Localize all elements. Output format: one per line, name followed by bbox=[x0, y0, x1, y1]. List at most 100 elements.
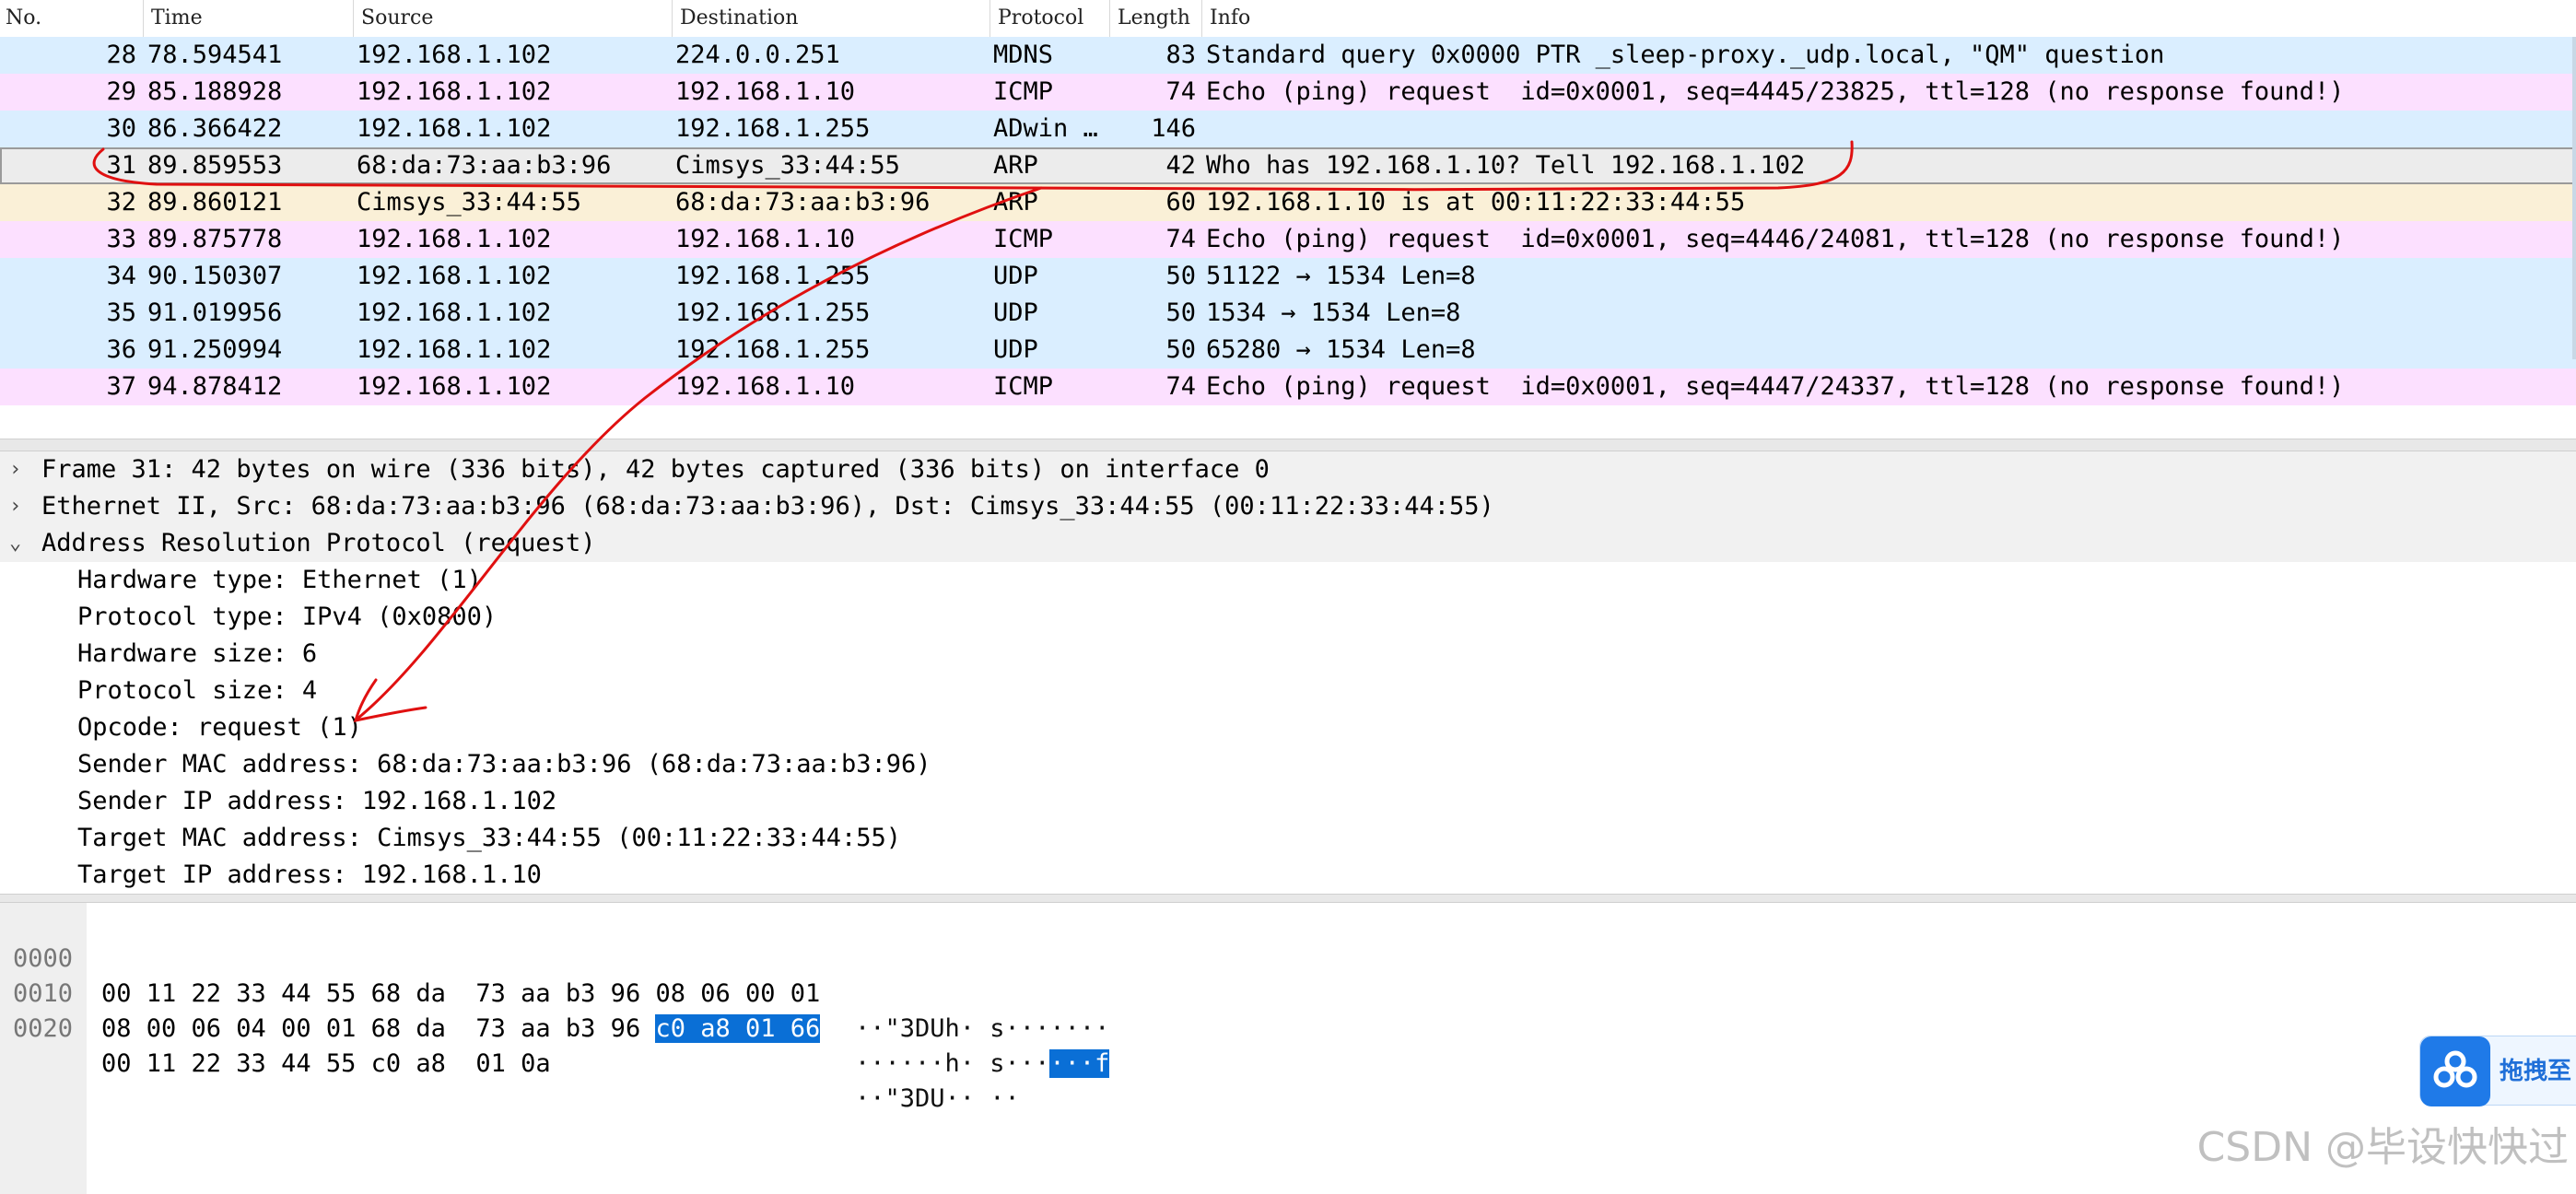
tree-item-frame[interactable]: › Frame 31: 42 bytes on wire (336 bits),… bbox=[0, 451, 2576, 488]
column-header-time[interactable]: Time bbox=[143, 0, 353, 37]
packet-list-scrollbar[interactable] bbox=[2572, 37, 2576, 359]
column-header-protocol[interactable]: Protocol bbox=[989, 0, 1109, 37]
packet-length: 50 bbox=[1165, 335, 1196, 364]
packet-info bbox=[1206, 111, 2570, 147]
ascii-bytes: ··"3DU·· ·· bbox=[855, 1084, 1020, 1113]
byte-row[interactable]: 0020 00 11 22 33 44 55 c0 a8 01 0a ··"3D… bbox=[0, 977, 2576, 1113]
packet-no: 29 bbox=[106, 77, 136, 106]
packet-destination: 192.168.1.255 bbox=[675, 262, 871, 290]
packet-protocol: ARP bbox=[993, 188, 1038, 217]
tree-field-label: Protocol size: 4 bbox=[77, 676, 318, 705]
tree-field-opcode[interactable]: Opcode: request (1) bbox=[0, 709, 2576, 746]
packet-row[interactable]: 32 89.860121 Cimsys_33:44:55 68:da:73:aa… bbox=[0, 184, 2576, 221]
byte-row[interactable]: 0010 08 00 06 04 00 01 68 da 73 aa b3 96… bbox=[0, 942, 2576, 1078]
packet-source: 192.168.1.102 bbox=[357, 225, 552, 253]
packet-length: 74 bbox=[1165, 225, 1196, 253]
baidu-drag-upload-widget[interactable]: 拖拽至 bbox=[2419, 1036, 2576, 1106]
packet-time: 91.019956 bbox=[147, 298, 283, 327]
packet-row[interactable]: 29 85.188928 192.168.1.102 192.168.1.10 … bbox=[0, 74, 2576, 111]
column-header-source[interactable]: Source bbox=[353, 0, 672, 37]
packet-info: Echo (ping) request id=0x0001, seq=4445/… bbox=[1206, 77, 2345, 106]
tree-item-ethernet[interactable]: › Ethernet II, Src: 68:da:73:aa:b3:96 (6… bbox=[0, 488, 2576, 525]
byte-ascii: ······h· s······f bbox=[855, 1047, 1110, 1082]
packet-protocol: ARP bbox=[993, 151, 1038, 180]
tree-item-label: Address Resolution Protocol (request) bbox=[41, 529, 596, 557]
column-header-length[interactable]: Length bbox=[1109, 0, 1201, 37]
packet-bytes-pane[interactable]: 0000 00 11 22 33 44 55 68 da 73 aa b3 96… bbox=[0, 903, 2576, 1194]
packet-source: 192.168.1.102 bbox=[357, 372, 552, 401]
pane-splitter-bottom[interactable] bbox=[0, 894, 2576, 903]
packet-row[interactable]: 28 78.594541 192.168.1.102 224.0.0.251 M… bbox=[0, 37, 2576, 74]
chevron-down-icon[interactable]: ⌄ bbox=[9, 525, 21, 562]
packet-time: 90.150307 bbox=[147, 262, 283, 290]
column-header-bar: No. Time Source Destination Protocol Len… bbox=[0, 0, 2576, 38]
packet-no: 35 bbox=[106, 298, 136, 327]
packet-time: 86.366422 bbox=[147, 114, 283, 143]
packet-protocol: ICMP bbox=[993, 372, 1054, 401]
byte-offset: 0020 bbox=[13, 1014, 74, 1043]
ascii-bytes: ······h· s··· bbox=[855, 1049, 1050, 1078]
packet-source: 192.168.1.102 bbox=[357, 262, 552, 290]
byte-row[interactable]: 0000 00 11 22 33 44 55 68 da 73 aa b3 96… bbox=[0, 907, 2576, 1043]
packet-time: 78.594541 bbox=[147, 41, 283, 69]
tree-field-label: Protocol type: IPv4 (0x0800) bbox=[77, 603, 498, 631]
packet-no: 32 bbox=[106, 188, 136, 217]
packet-length: 60 bbox=[1165, 188, 1196, 217]
packet-row[interactable]: 34 90.150307 192.168.1.102 192.168.1.255… bbox=[0, 258, 2576, 295]
packet-info: 65280 → 1534 Len=8 bbox=[1206, 335, 1476, 364]
packet-destination: 192.168.1.255 bbox=[675, 114, 871, 143]
tree-field-protocol-type[interactable]: Protocol type: IPv4 (0x0800) bbox=[0, 599, 2576, 636]
packet-row[interactable]: 30 86.366422 192.168.1.102 192.168.1.255… bbox=[0, 111, 2576, 147]
packet-info: 51122 → 1534 Len=8 bbox=[1206, 262, 1476, 290]
cloud-icon[interactable] bbox=[2420, 1036, 2490, 1106]
packet-protocol: UDP bbox=[993, 335, 1038, 364]
packet-list-pane[interactable]: No. Time Source Destination Protocol Len… bbox=[0, 0, 2576, 439]
packet-row[interactable]: 37 94.878412 192.168.1.102 192.168.1.10 … bbox=[0, 369, 2576, 405]
tree-field-hardware-type[interactable]: Hardware type: Ethernet (1) bbox=[0, 562, 2576, 599]
tree-field-sender-ip[interactable]: Sender IP address: 192.168.1.102 bbox=[0, 783, 2576, 820]
chevron-right-icon[interactable]: › bbox=[9, 451, 21, 488]
packet-info: Echo (ping) request id=0x0001, seq=4446/… bbox=[1206, 225, 2345, 253]
packet-destination: 192.168.1.10 bbox=[675, 372, 856, 401]
packet-info: Echo (ping) request id=0x0001, seq=4447/… bbox=[1206, 372, 2345, 401]
tree-field-protocol-size[interactable]: Protocol size: 4 bbox=[0, 673, 2576, 709]
packet-no: 34 bbox=[106, 262, 136, 290]
chevron-right-icon[interactable]: › bbox=[9, 488, 21, 525]
tree-field-target-mac[interactable]: Target MAC address: Cimsys_33:44:55 (00:… bbox=[0, 820, 2576, 857]
ascii-bytes: ··"3DUh· s······· bbox=[855, 1014, 1110, 1043]
packet-row-selected[interactable]: 31 89.859553 68:da:73:aa:b3:96 Cimsys_33… bbox=[0, 147, 2576, 184]
tree-field-label: Sender MAC address: 68:da:73:aa:b3:96 (6… bbox=[77, 750, 931, 778]
tree-item-arp[interactable]: ⌄ Address Resolution Protocol (request) bbox=[0, 525, 2576, 562]
column-header-info[interactable]: Info bbox=[1201, 0, 2576, 37]
byte-hex: 00 11 22 33 44 55 c0 a8 01 0a bbox=[101, 1047, 551, 1082]
tree-field-sender-mac[interactable]: Sender MAC address: 68:da:73:aa:b3:96 (6… bbox=[0, 746, 2576, 783]
tree-field-target-ip[interactable]: Target IP address: 192.168.1.10 bbox=[0, 857, 2576, 894]
packet-protocol: MDNS bbox=[993, 41, 1054, 69]
column-header-destination[interactable]: Destination bbox=[672, 0, 989, 37]
csdn-watermark: CSDN @毕设快快过 bbox=[2196, 1124, 2569, 1171]
tree-field-label: Target MAC address: Cimsys_33:44:55 (00:… bbox=[77, 824, 902, 852]
drag-to-label: 拖拽至 bbox=[2500, 1058, 2572, 1085]
packet-no: 31 bbox=[106, 151, 136, 180]
packet-row[interactable]: 35 91.019956 192.168.1.102 192.168.1.255… bbox=[0, 295, 2576, 332]
packet-source: 192.168.1.102 bbox=[357, 41, 552, 69]
packet-row[interactable]: 33 89.875778 192.168.1.102 192.168.1.10 … bbox=[0, 221, 2576, 258]
hex-bytes: 08 00 06 04 00 01 68 da 73 aa b3 96 bbox=[101, 1014, 656, 1043]
packet-protocol: ICMP bbox=[993, 77, 1054, 106]
tree-field-hardware-size[interactable]: Hardware size: 6 bbox=[0, 636, 2576, 673]
packet-protocol: ADwin … bbox=[993, 114, 1098, 143]
tree-field-label: Hardware type: Ethernet (1) bbox=[77, 566, 482, 594]
pane-splitter-top[interactable] bbox=[0, 439, 2576, 451]
column-header-no[interactable]: No. bbox=[0, 0, 143, 37]
packet-destination: 224.0.0.251 bbox=[675, 41, 840, 69]
packet-destination: 68:da:73:aa:b3:96 bbox=[675, 188, 931, 217]
packet-no: 30 bbox=[106, 114, 136, 143]
packet-row[interactable]: 36 91.250994 192.168.1.102 192.168.1.255… bbox=[0, 332, 2576, 369]
packet-info: 1534 → 1534 Len=8 bbox=[1206, 298, 1461, 327]
packet-time: 89.860121 bbox=[147, 188, 283, 217]
packet-protocol: UDP bbox=[993, 262, 1038, 290]
packet-time: 89.875778 bbox=[147, 225, 283, 253]
packet-no: 28 bbox=[106, 41, 136, 69]
packet-details-pane[interactable]: › Frame 31: 42 bytes on wire (336 bits),… bbox=[0, 451, 2576, 892]
ascii-bytes-highlighted: ···f bbox=[1049, 1049, 1110, 1078]
